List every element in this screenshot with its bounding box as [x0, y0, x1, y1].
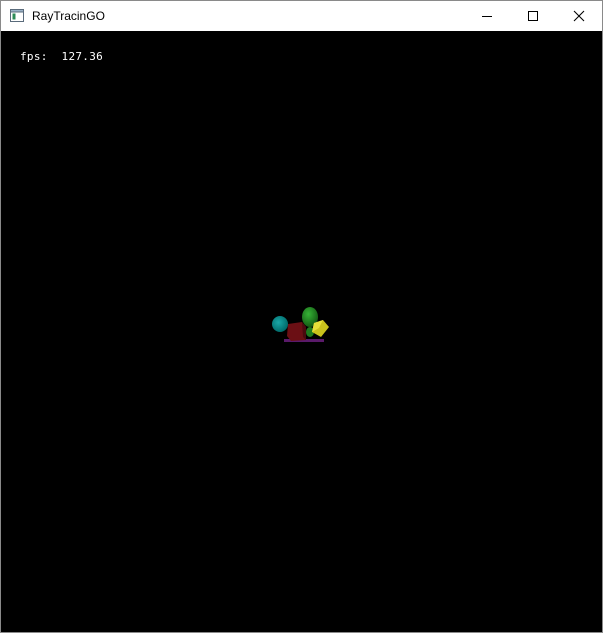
fps-counter: fps: 127.36 [20, 50, 104, 63]
minimize-button[interactable] [464, 1, 510, 31]
close-button[interactable] [556, 1, 602, 31]
minimize-icon [482, 16, 492, 17]
app-icon [10, 9, 24, 22]
teal-sphere [272, 316, 288, 332]
render-canvas[interactable] [1, 31, 602, 632]
title-bar[interactable]: RayTracinGO [1, 1, 602, 31]
close-icon [573, 10, 585, 22]
app-window: RayTracinGO fps: 127.36 [0, 0, 603, 633]
rendered-scene [272, 307, 329, 342]
window-title: RayTracinGO [32, 9, 105, 23]
maximize-icon [528, 11, 538, 21]
maximize-button[interactable] [510, 1, 556, 31]
